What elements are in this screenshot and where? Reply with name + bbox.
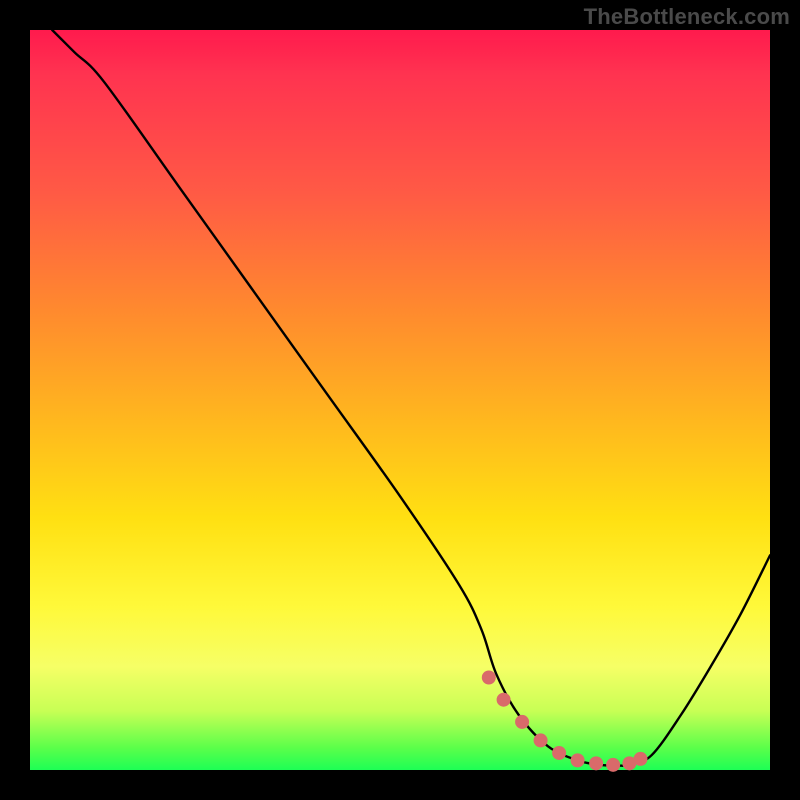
curve-svg xyxy=(30,30,770,770)
optimal-marker xyxy=(497,693,511,707)
chart-frame: TheBottleneck.com xyxy=(0,0,800,800)
plot-area xyxy=(30,30,770,770)
bottleneck-curve xyxy=(52,30,770,766)
optimal-marker xyxy=(482,671,496,685)
watermark-text: TheBottleneck.com xyxy=(584,4,790,30)
optimal-marker xyxy=(634,752,648,766)
optimal-marker xyxy=(534,733,548,747)
optimal-marker xyxy=(589,756,603,770)
optimal-marker xyxy=(515,715,529,729)
optimal-marker xyxy=(552,746,566,760)
optimal-marker xyxy=(571,753,585,767)
optimal-range-markers xyxy=(482,671,648,772)
optimal-marker xyxy=(606,758,620,772)
